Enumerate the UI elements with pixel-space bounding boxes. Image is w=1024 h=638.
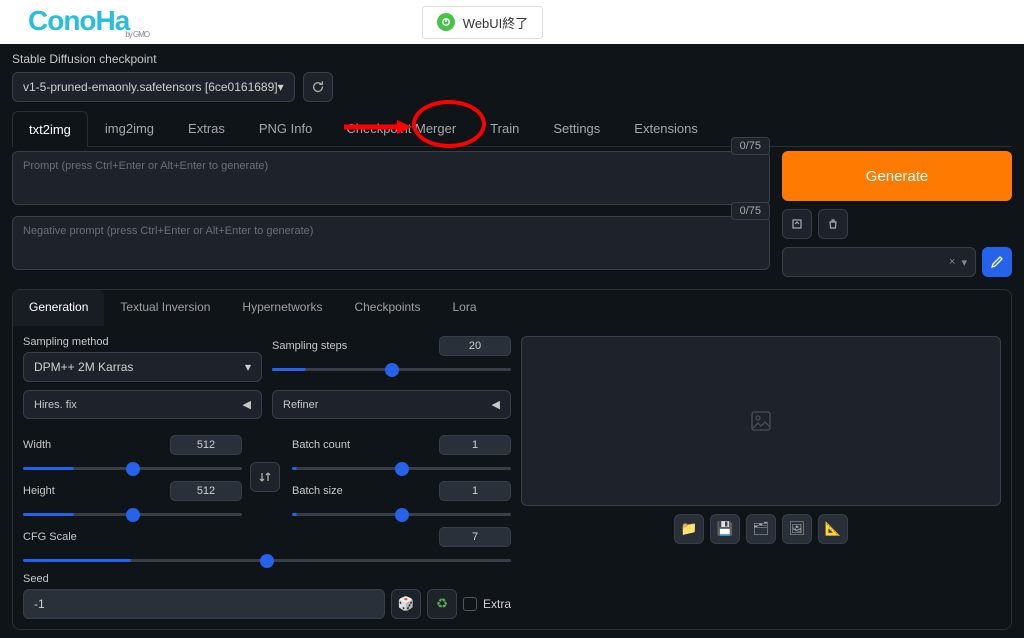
generation-panel: Sampling method DPM++ 2M Karras ▾ Sampli…: [12, 326, 1012, 630]
checkpoint-select[interactable]: v1-5-pruned-emaonly.safetensors [6ce0161…: [12, 72, 295, 102]
clear-prompt-button[interactable]: [818, 209, 848, 239]
styles-select[interactable]: × ▾: [782, 247, 976, 277]
reuse-seed-button[interactable]: ♻: [427, 589, 457, 619]
tab-checkpoint-merger[interactable]: Checkpoint Merger: [329, 110, 473, 146]
batch-size-label: Batch size: [292, 485, 343, 497]
send-img2img-button[interactable]: 🖼: [782, 514, 812, 544]
sampling-steps-label: Sampling steps: [272, 340, 347, 352]
triangle-left-icon: ◀: [492, 398, 500, 411]
seed-label: Seed: [23, 573, 511, 585]
chevron-down-icon: ▾: [961, 256, 967, 269]
negative-prompt-input[interactable]: [12, 216, 770, 270]
subtab-lora[interactable]: Lora: [437, 290, 493, 326]
cfg-value[interactable]: 7: [439, 527, 511, 547]
random-seed-button[interactable]: 🎲: [391, 589, 421, 619]
tab-extras[interactable]: Extras: [171, 110, 242, 146]
tab-txt2img[interactable]: txt2img: [12, 111, 88, 147]
extra-checkbox[interactable]: [463, 597, 477, 611]
top-header: ConoHaby GMO WebUI終了: [0, 0, 1024, 44]
width-label: Width: [23, 439, 51, 451]
width-slider[interactable]: [23, 467, 242, 470]
tab-pnginfo[interactable]: PNG Info: [242, 110, 329, 146]
batch-size-slider[interactable]: [292, 513, 511, 516]
height-value[interactable]: 512: [170, 481, 242, 501]
close-icon: ×: [949, 256, 955, 268]
tab-img2img[interactable]: img2img: [88, 110, 171, 146]
sub-tabs: Generation Textual Inversion Hypernetwor…: [12, 289, 1012, 326]
open-folder-button[interactable]: 📁: [674, 514, 704, 544]
checkpoint-label: Stable Diffusion checkpoint: [12, 52, 1012, 66]
refresh-checkpoint-button[interactable]: [303, 72, 333, 102]
conoha-logo: ConoHaby GMO: [28, 5, 149, 39]
zip-button[interactable]: 🗂: [746, 514, 776, 544]
width-value[interactable]: 512: [170, 435, 242, 455]
sampling-steps-slider[interactable]: [272, 368, 511, 371]
power-icon: [437, 13, 455, 31]
subtab-checkpoints[interactable]: Checkpoints: [338, 290, 436, 326]
image-placeholder-icon: [750, 410, 772, 432]
cfg-slider[interactable]: [23, 559, 511, 562]
sampling-steps-value[interactable]: 20: [439, 336, 511, 356]
prompt-input[interactable]: [12, 151, 770, 205]
seed-input[interactable]: [23, 589, 385, 619]
send-extras-button[interactable]: 📐: [818, 514, 848, 544]
tab-extensions[interactable]: Extensions: [617, 110, 715, 146]
height-slider[interactable]: [23, 513, 242, 516]
edit-styles-button[interactable]: [982, 247, 1012, 277]
swap-dimensions-button[interactable]: [250, 462, 280, 492]
sampling-method-label: Sampling method: [23, 336, 262, 348]
subtab-textual-inversion[interactable]: Textual Inversion: [104, 290, 226, 326]
height-label: Height: [23, 485, 55, 497]
generate-button[interactable]: Generate: [782, 151, 1012, 201]
prompt-counter: 0/75: [731, 137, 770, 155]
hires-fix-toggle[interactable]: Hires. fix ◀: [23, 390, 262, 419]
neg-prompt-counter: 0/75: [731, 202, 770, 220]
batch-size-value[interactable]: 1: [439, 481, 511, 501]
output-preview: [521, 336, 1001, 506]
save-button[interactable]: 💾: [710, 514, 740, 544]
shutdown-button[interactable]: WebUI終了: [422, 6, 544, 39]
cfg-label: CFG Scale: [23, 531, 77, 543]
chevron-down-icon: ▾: [245, 360, 251, 374]
chevron-down-icon: ▾: [278, 80, 284, 94]
batch-count-value[interactable]: 1: [439, 435, 511, 455]
subtab-hypernetworks[interactable]: Hypernetworks: [226, 290, 338, 326]
sampling-method-select[interactable]: DPM++ 2M Karras ▾: [23, 352, 262, 382]
checkpoint-value: v1-5-pruned-emaonly.safetensors [6ce0161…: [23, 80, 278, 94]
batch-count-slider[interactable]: [292, 467, 511, 470]
shutdown-label: WebUI終了: [463, 13, 529, 32]
subtab-generation[interactable]: Generation: [13, 290, 104, 326]
extra-label: Extra: [483, 597, 511, 611]
interrogate-button[interactable]: [782, 209, 812, 239]
triangle-left-icon: ◀: [243, 398, 251, 411]
refiner-toggle[interactable]: Refiner ◀: [272, 390, 511, 419]
main-tabs: txt2img img2img Extras PNG Info Checkpoi…: [12, 110, 1012, 147]
batch-count-label: Batch count: [292, 439, 350, 451]
tab-settings[interactable]: Settings: [536, 110, 617, 146]
tab-train[interactable]: Train: [473, 110, 536, 146]
